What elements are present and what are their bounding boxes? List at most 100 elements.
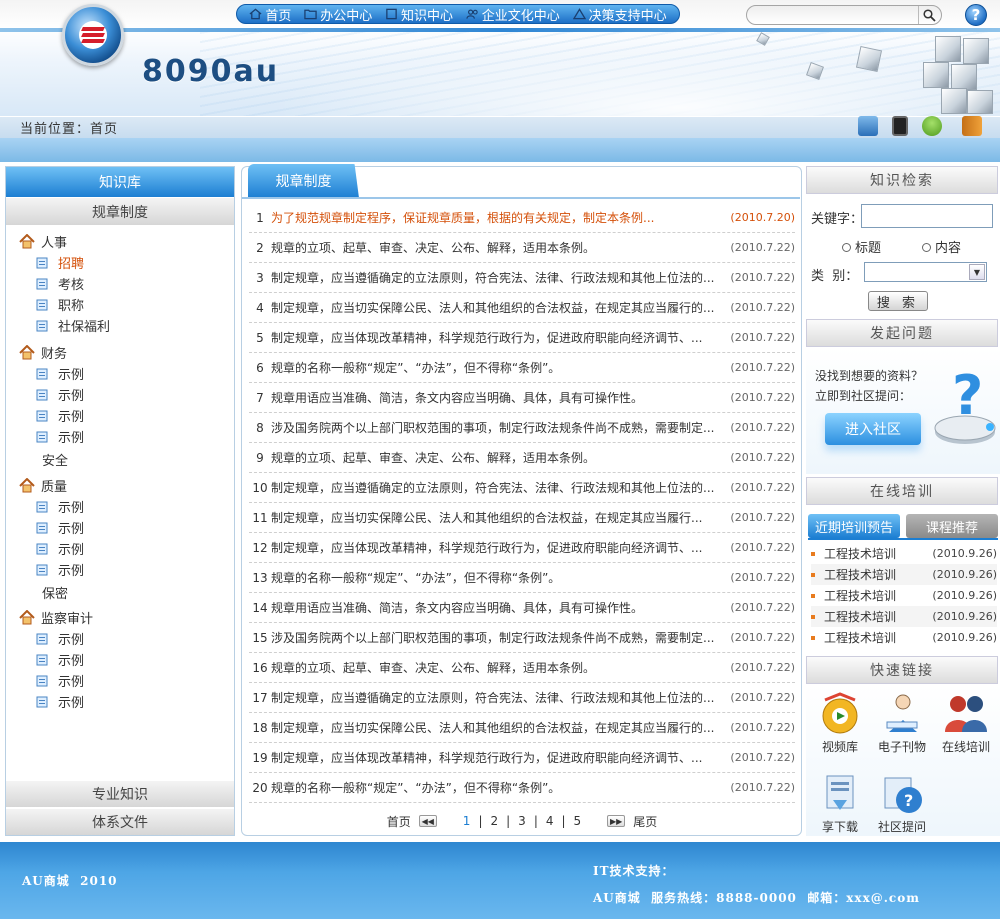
tree-item[interactable]: 示例 [36,427,84,446]
rule-row[interactable]: 16 规章的立项、起草、审查、决定、公布、解释，适用本条例。 (2010.7.22) [249,653,795,683]
rule-link[interactable]: 涉及国务院两个以上部门职权范围的事项，制定行政法规条件尚不成熟，需要制定... [271,629,723,646]
rule-row[interactable]: 20 规章的名称一般称“规定”、“办法”，但不得称“条例”。 (2010.7.22) [249,773,795,803]
tab-course-recommend[interactable]: 课程推荐 [906,514,998,538]
quick-link-download[interactable]: 享下载 [808,770,872,835]
nav-office[interactable]: 办公中心 [304,5,372,24]
help-icon[interactable]: ? [965,4,987,26]
nav-knowledge[interactable]: 知识中心 [385,5,453,24]
training-title[interactable]: 工程技术培训 [824,629,932,646]
rule-row[interactable]: 10 制定规章，应当遵循确定的立法原则，符合宪法、法律、行政法规和其他上位法的..… [249,473,795,503]
nav-home[interactable]: 首页 [249,5,291,24]
enter-community-button[interactable]: 进入社区 [825,413,921,445]
rule-link[interactable]: 规章用语应当准确、简洁，条文内容应当明确、具体，具有可操作性。 [271,389,723,406]
tab-upcoming-training[interactable]: 近期培训预告 [808,514,900,538]
user-icon[interactable] [922,116,942,136]
tree-item[interactable]: 示例 [36,539,84,558]
rule-link[interactable]: 制定规章，应当体现改革精神，科学规范行政行为，促进政府职能向经济调节、... [271,749,723,766]
nav-decision[interactable]: 决策支持中心 [572,5,667,24]
training-item[interactable]: 工程技术培训 (2010.9.26) [811,543,997,564]
training-title[interactable]: 工程技术培训 [824,545,932,562]
rule-link[interactable]: 涉及国务院两个以上部门职权范围的事项，制定行政法规条件尚不成熟，需要制定... [271,419,723,436]
rule-row[interactable]: 7 规章用语应当准确、简洁，条文内容应当明确、具体，具有可操作性。 (2010.7.… [249,383,795,413]
page-link-5[interactable]: 5 [574,814,582,828]
rule-row[interactable]: 8 涉及国务院两个以上部门职权范围的事项，制定行政法规条件尚不成熟，需要制定...… [249,413,795,443]
quick-link-training[interactable]: 在线培训 [934,690,998,755]
professional-knowledge-link[interactable]: 专业知识 [6,780,234,807]
chevron-down-icon[interactable]: ▼ [969,264,985,280]
rule-link[interactable]: 规章的立项、起草、审查、决定、公布、解释，适用本条例。 [271,449,723,466]
rule-row[interactable]: 11 制定规章，应当切实保障公民、法人和其他组织的合法权益，在规定其应当履行...… [249,503,795,533]
tree-item[interactable]: 示例 [36,650,84,669]
logo[interactable] [62,4,124,66]
rule-link[interactable]: 规章的立项、起草、审查、决定、公布、解释，适用本条例。 [271,659,723,676]
training-title[interactable]: 工程技术培训 [824,608,932,625]
training-item[interactable]: 工程技术培训 (2010.9.26) [811,606,997,627]
tree-group-finance[interactable]: 财务 [19,343,67,362]
quick-link-journal[interactable]: 电子刊物 [870,690,934,755]
rule-row[interactable]: 3 制定规章，应当遵循确定的立法原则，符合宪法、法律、行政法规和其他上位法的...… [249,263,795,293]
rule-link[interactable]: 规章用语应当准确、简洁，条文内容应当明确、具体，具有可操作性。 [271,599,723,616]
training-item[interactable]: 工程技术培训 (2010.9.26) [811,585,997,606]
rule-link[interactable]: 制定规章，应当遵循确定的立法原则，符合宪法、法律、行政法规和其他上位法的... [271,269,723,286]
rule-link[interactable]: 规章的名称一般称“规定”、“办法”，但不得称“条例”。 [271,569,723,586]
rule-link[interactable]: 制定规章，应当切实保障公民、法人和其他组织的合法权益，在规定其应当履行的... [271,719,723,736]
system-documents-link[interactable]: 体系文件 [6,808,234,835]
tree-item[interactable]: 示例 [36,497,84,516]
next-page-icon[interactable]: ▶▶ [607,815,626,827]
tree-item[interactable]: 职称 [36,295,84,314]
tree-item-secrecy[interactable]: 保密 [42,583,68,602]
tree-item-recruit[interactable]: 招聘 [36,253,84,272]
address-book-icon[interactable] [962,116,982,136]
rule-row[interactable]: 12 制定规章，应当体现改革精神，科学规范行政行为，促进政府职能向经济调节、...… [249,533,795,563]
training-title[interactable]: 工程技术培训 [824,566,932,583]
rule-link[interactable]: 规章的立项、起草、审查、决定、公布、解释，适用本条例。 [271,239,723,256]
tree-item[interactable]: 考核 [36,274,84,293]
search-button[interactable]: 搜 索 [868,291,928,311]
rule-row[interactable]: 2 规章的立项、起草、审查、决定、公布、解释，适用本条例。 (2010.7.22) [249,233,795,263]
rule-link[interactable]: 为了规范规章制定程序，保证规章质量，根据的有关规定，制定本条例... [271,209,723,226]
rule-link[interactable]: 制定规章，应当切实保障公民、法人和其他组织的合法权益，在规定其应当履行的... [271,299,723,316]
rule-link[interactable]: 制定规章，应当遵循确定的立法原则，符合宪法、法律、行政法规和其他上位法的... [271,479,723,496]
tree-item[interactable]: 社保福利 [36,316,110,335]
prev-page-icon[interactable]: ◀◀ [418,815,437,827]
header-search-input[interactable] [746,5,942,25]
rules-section-header[interactable]: 规章制度 [6,197,234,225]
radio-title[interactable]: 标题 [842,237,881,256]
rule-row[interactable]: 5 制定规章，应当体现改革精神，科学规范行政行为，促进政府职能向经济调节、... (… [249,323,795,353]
training-title[interactable]: 工程技术培训 [824,587,932,604]
first-page-link[interactable]: 首页 [387,813,411,830]
tree-item[interactable]: 示例 [36,671,84,690]
calendar-icon[interactable] [858,116,878,136]
tree-group-audit[interactable]: 监察审计 [19,608,93,627]
rule-row[interactable]: 13 规章的名称一般称“规定”、“办法”，但不得称“条例”。 (2010.7.22) [249,563,795,593]
tree-item-safety[interactable]: 安全 [42,450,68,469]
tree-group-hr[interactable]: 人事 [19,232,67,251]
rule-row[interactable]: 19 制定规章，应当体现改革精神，科学规范行政行为，促进政府职能向经济调节、...… [249,743,795,773]
page-link-3[interactable]: 3 [518,814,526,828]
rule-row[interactable]: 17 制定规章，应当遵循确定的立法原则，符合宪法、法律、行政法规和其他上位法的..… [249,683,795,713]
rule-link[interactable]: 制定规章，应当体现改革精神，科学规范行政行为，促进政府职能向经济调节、... [271,329,723,346]
rule-link[interactable]: 制定规章，应当切实保障公民、法人和其他组织的合法权益，在规定其应当履行... [271,509,723,526]
nav-culture[interactable]: 企业文化中心 [466,5,560,24]
page-link-4[interactable]: 4 [546,814,554,828]
tree-item[interactable]: 示例 [36,406,84,425]
tree-item[interactable]: 示例 [36,629,84,648]
radio-content[interactable]: 内容 [922,237,961,256]
rule-row[interactable]: 18 制定规章，应当切实保障公民、法人和其他组织的合法权益，在规定其应当履行的..… [249,713,795,743]
rule-row[interactable]: 1 为了规范规章制定程序，保证规章质量，根据的有关规定，制定本条例... (2010… [249,203,795,233]
knowledge-base-title[interactable]: 知识库 [6,167,234,197]
tree-item[interactable]: 示例 [36,518,84,537]
keyword-input[interactable] [861,204,993,228]
rule-link[interactable]: 规章的名称一般称“规定”、“办法”，但不得称“条例”。 [271,359,723,376]
rule-row[interactable]: 15 涉及国务院两个以上部门职权范围的事项，制定行政法规条件尚不成熟，需要制定..… [249,623,795,653]
tree-group-quality[interactable]: 质量 [19,476,67,495]
rule-row[interactable]: 14 规章用语应当准确、简洁，条文内容应当明确、具体，具有可操作性。 (2010.7… [249,593,795,623]
rule-link[interactable]: 制定规章，应当遵循确定的立法原则，符合宪法、法律、行政法规和其他上位法的... [271,689,723,706]
radio-button[interactable] [842,243,851,252]
phone-icon[interactable] [892,116,908,136]
training-item[interactable]: 工程技术培训 (2010.9.26) [811,564,997,585]
search-icon[interactable] [918,6,940,24]
rule-row[interactable]: 6 规章的名称一般称“规定”、“办法”，但不得称“条例”。 (2010.7.22) [249,353,795,383]
quick-link-community-ask[interactable]: ? 社区提问 [870,770,934,835]
rule-row[interactable]: 4 制定规章，应当切实保障公民、法人和其他组织的合法权益，在规定其应当履行的...… [249,293,795,323]
